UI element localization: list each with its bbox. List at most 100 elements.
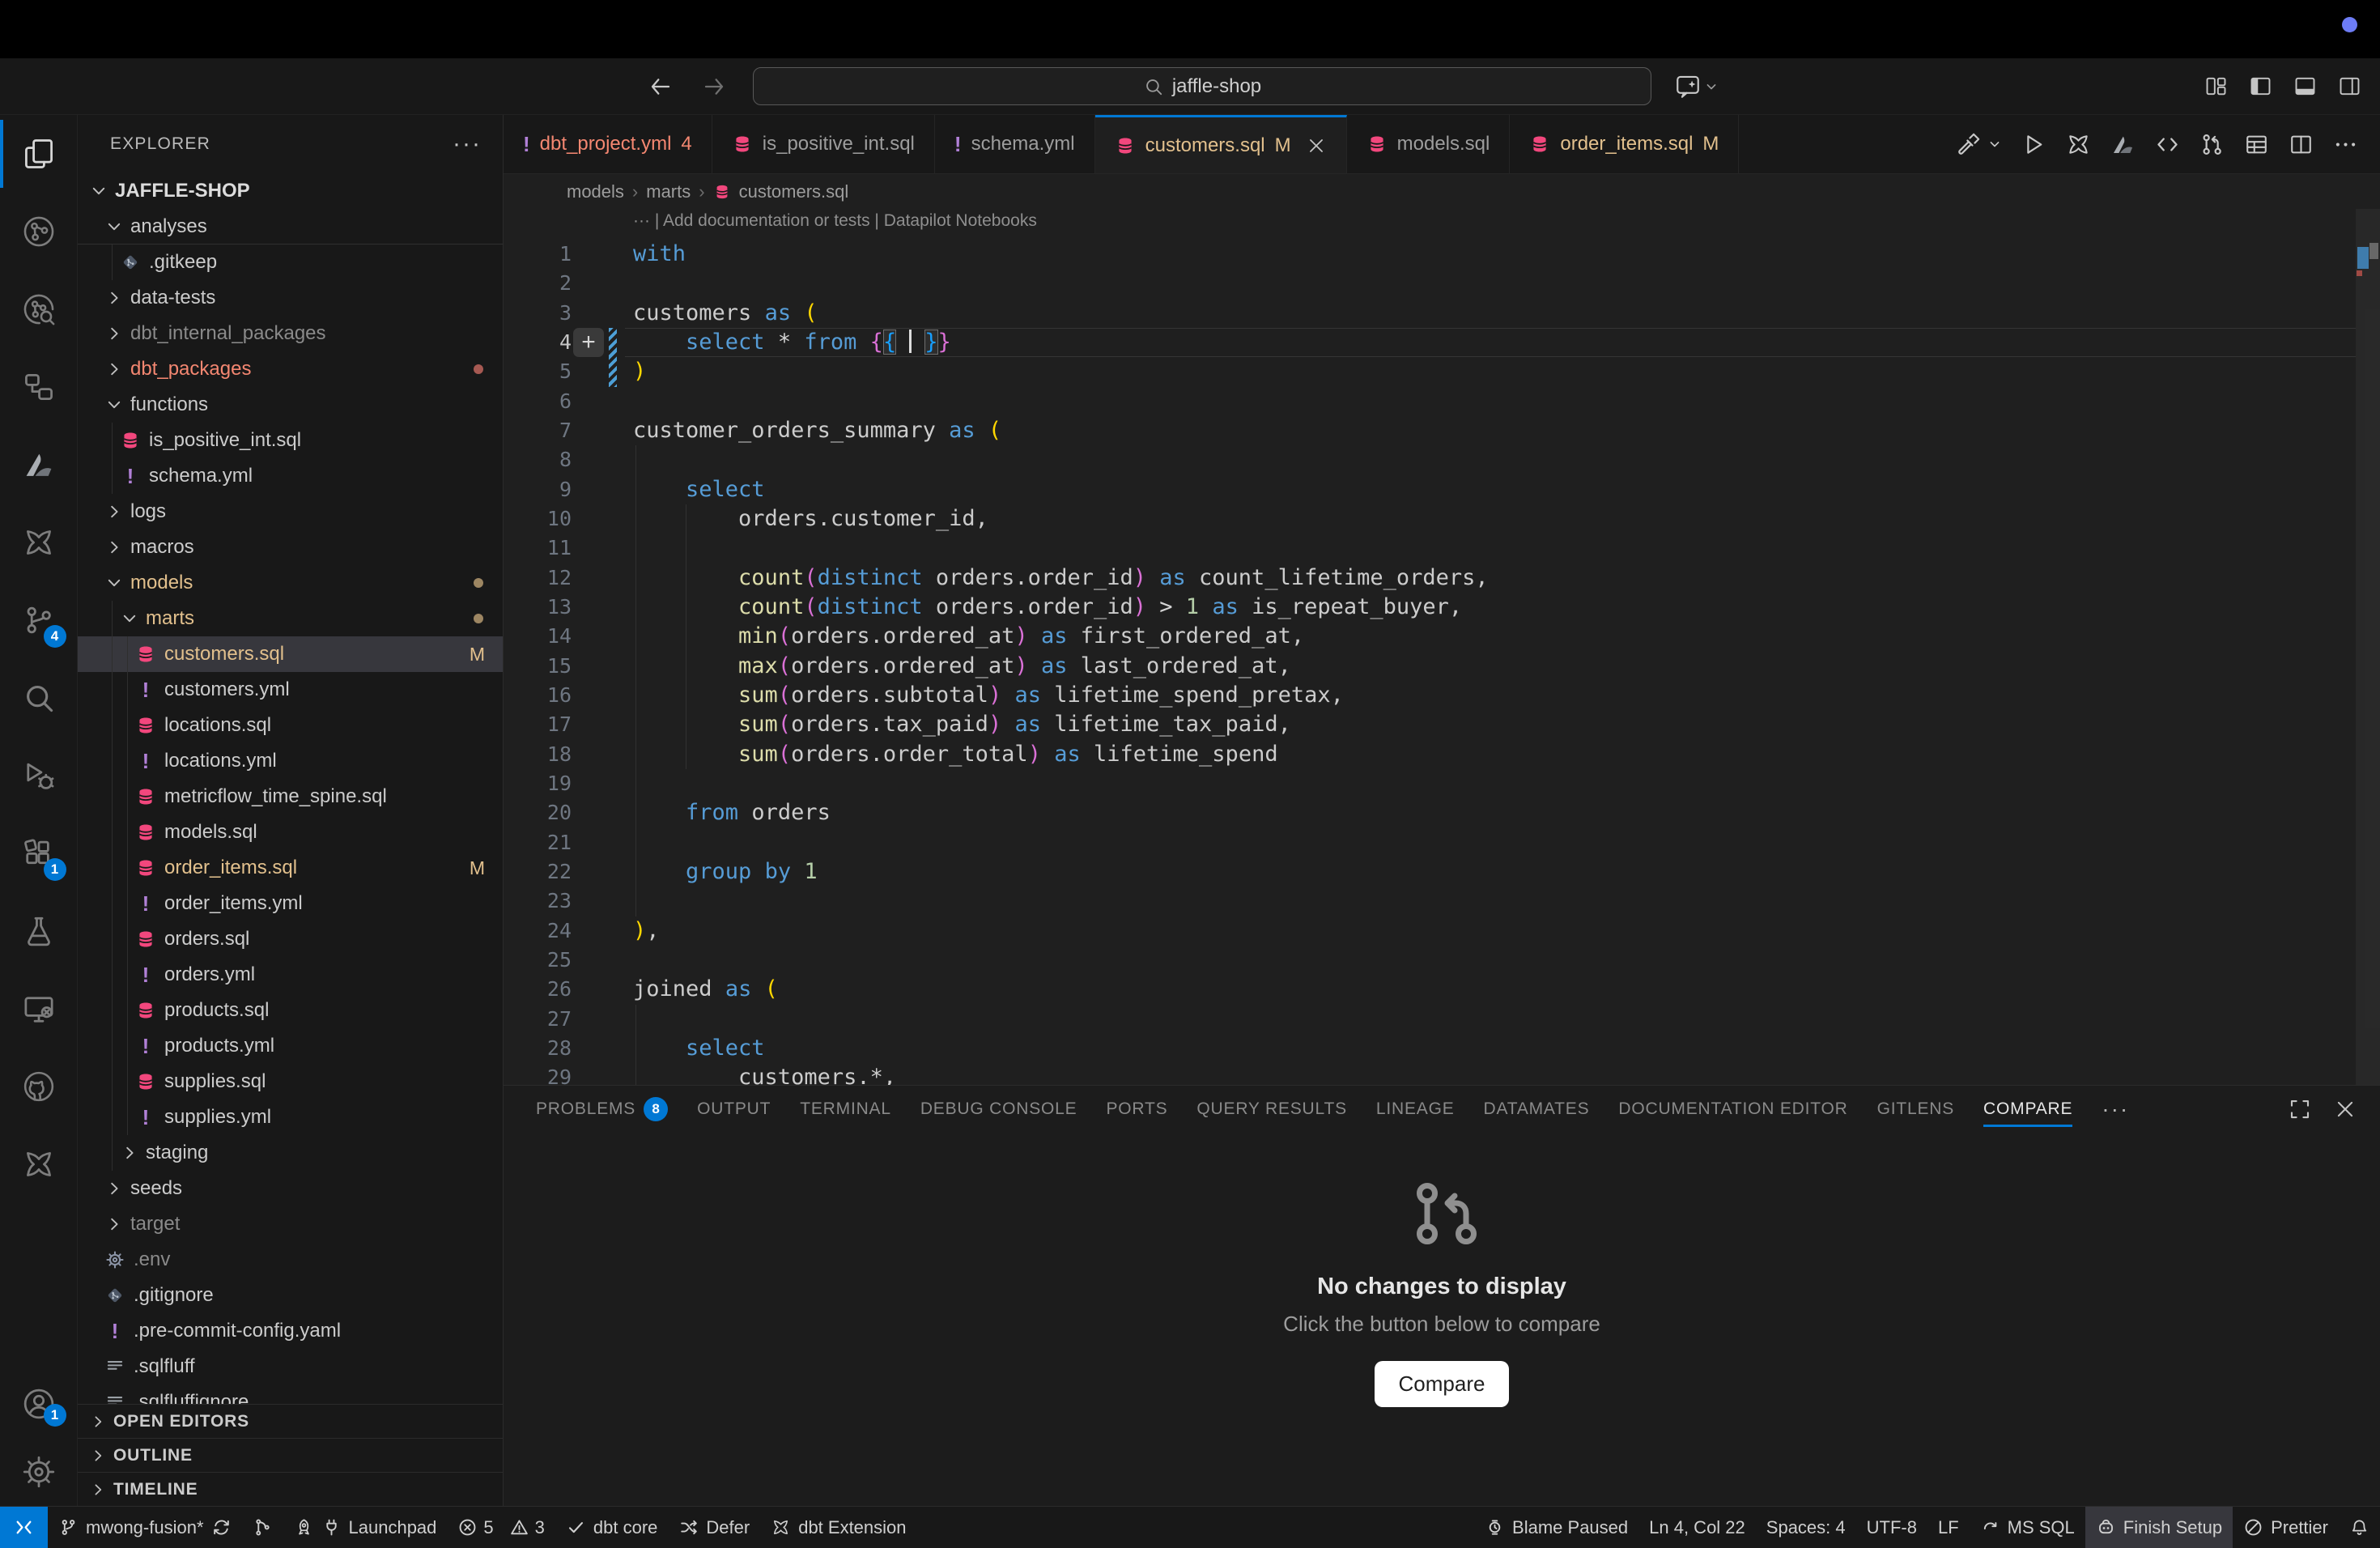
- panel-tab-problems[interactable]: PROBLEMS8: [536, 1086, 668, 1133]
- layout-sidebar-icon[interactable]: [2248, 74, 2273, 99]
- code-line-7[interactable]: 7customer_orders_summary as (: [504, 416, 2356, 445]
- status-defer[interactable]: Defer: [668, 1507, 760, 1548]
- code-line-1[interactable]: 1with: [504, 240, 2356, 269]
- panel-tab-terminal[interactable]: TERMINAL: [800, 1086, 891, 1133]
- code-line-29[interactable]: 29 customers.*,: [504, 1063, 2356, 1085]
- status-problems-summary[interactable]: 53: [447, 1507, 555, 1548]
- tree-item-dbt_packages[interactable]: dbt_packages: [78, 351, 503, 387]
- layout-panel-icon[interactable]: [2293, 74, 2318, 99]
- code-line-3[interactable]: 3customers as (: [504, 299, 2356, 328]
- status-indentation[interactable]: Spaces: 4: [1756, 1507, 1856, 1548]
- tree-item-locations.sql[interactable]: locations.sql: [78, 708, 503, 743]
- panel-tab-output[interactable]: OUTPUT: [697, 1086, 771, 1133]
- layout-secondary-icon[interactable]: [2337, 74, 2362, 99]
- panel-tab-gitlens[interactable]: GITLENS: [1877, 1086, 1954, 1133]
- compare-button[interactable]: Compare: [1375, 1361, 1510, 1407]
- close-panel-icon[interactable]: [2333, 1097, 2357, 1121]
- status-dbt-extension-status[interactable]: dbt Extension: [760, 1507, 916, 1548]
- tab-customers.sql[interactable]: customers.sqlM: [1095, 115, 1347, 173]
- code-line-25[interactable]: 25: [504, 946, 2356, 975]
- code-line-10[interactable]: 10 orders.customer_id,: [504, 504, 2356, 534]
- panel-tab-documentation-editor[interactable]: DOCUMENTATION EDITOR: [1618, 1086, 1847, 1133]
- status-launchpad[interactable]: Launchpad: [283, 1507, 448, 1548]
- breadcrumb-item[interactable]: marts: [646, 181, 691, 202]
- activity-item-testing[interactable]: [0, 892, 78, 970]
- breadcrumb-item[interactable]: customers.sql: [739, 181, 849, 202]
- panel-tab-ports[interactable]: PORTS: [1106, 1086, 1167, 1133]
- hammer-icon[interactable]: [1955, 131, 1982, 158]
- code-line-15[interactable]: 15 max(orders.ordered_at) as last_ordere…: [504, 652, 2356, 681]
- tree-item-is_positive_int.sql[interactable]: is_positive_int.sql: [78, 423, 503, 458]
- panel-more-icon[interactable]: ···: [2102, 1096, 2129, 1122]
- code-line-27[interactable]: 27: [504, 1005, 2356, 1034]
- editor-scrollbar[interactable]: [2356, 209, 2380, 1085]
- forward-arrow-icon[interactable]: [701, 74, 727, 100]
- panel-tab-query-results[interactable]: QUERY RESULTS: [1196, 1086, 1346, 1133]
- status-eol[interactable]: LF: [1927, 1507, 1970, 1548]
- tab-is_positive_int.sql[interactable]: is_positive_int.sql: [712, 115, 935, 173]
- tree-item-locations.yml[interactable]: !locations.yml: [78, 743, 503, 779]
- code-line-2[interactable]: 2: [504, 269, 2356, 298]
- code-editor[interactable]: ··· | Add documentation or tests | Datap…: [504, 209, 2380, 1085]
- code-line-23[interactable]: 23: [504, 887, 2356, 916]
- breadcrumb-item[interactable]: models: [567, 181, 624, 202]
- tree-item-.env[interactable]: .env: [78, 1242, 503, 1278]
- close-icon[interactable]: [1306, 135, 1327, 156]
- code-line-9[interactable]: 9 select: [504, 475, 2356, 504]
- table-grid-icon[interactable]: [2243, 131, 2270, 158]
- code-line-8[interactable]: 8: [504, 445, 2356, 474]
- tree-item-JAFFLE-SHOP[interactable]: JAFFLE-SHOP: [78, 173, 503, 209]
- tree-item-analyses[interactable]: analyses: [78, 209, 503, 245]
- tab-dbt_project.yml[interactable]: !dbt_project.yml4: [504, 115, 712, 173]
- command-center-search[interactable]: jaffle-shop: [753, 67, 1651, 105]
- activity-item-source-control[interactable]: 4: [0, 581, 78, 659]
- code-line-6[interactable]: 6: [504, 387, 2356, 416]
- tree-item-.sqlfluff[interactable]: .sqlfluff: [78, 1349, 503, 1384]
- code-line-20[interactable]: 20 from orders: [504, 798, 2356, 827]
- code-line-18[interactable]: 18 sum(orders.order_total) as lifetime_s…: [504, 740, 2356, 769]
- tree-item-.pre-commit-config.yaml[interactable]: !.pre-commit-config.yaml: [78, 1313, 503, 1349]
- panel-tab-compare[interactable]: COMPARE: [1983, 1086, 2072, 1133]
- tab-schema.yml[interactable]: !schema.yml: [935, 115, 1095, 173]
- activity-item-datapilot[interactable]: [0, 426, 78, 504]
- code-line-28[interactable]: 28 select: [504, 1034, 2356, 1063]
- panel-tab-lineage[interactable]: LINEAGE: [1376, 1086, 1455, 1133]
- codelens[interactable]: ··· | Add documentation or tests | Datap…: [633, 211, 1037, 231]
- status-finish-setup[interactable]: Finish Setup: [2085, 1507, 2233, 1548]
- tree-item-metricflow_time_spine.sql[interactable]: metricflow_time_spine.sql: [78, 779, 503, 814]
- panel-tab-datamates[interactable]: DATAMATES: [1484, 1086, 1590, 1133]
- activity-item-github[interactable]: [0, 1048, 78, 1125]
- section-open-editors[interactable]: OPEN EDITORS: [78, 1404, 503, 1438]
- code-line-24[interactable]: 24),: [504, 916, 2356, 946]
- tree-item-marts[interactable]: marts: [78, 601, 503, 636]
- tree-item-logs[interactable]: logs: [78, 494, 503, 529]
- status-language-mode[interactable]: MS SQL: [1970, 1507, 2085, 1548]
- activity-item-dbt-query-lineage[interactable]: [0, 270, 78, 348]
- activity-item-accounts[interactable]: 1: [0, 1370, 78, 1438]
- status-dbt-core-status[interactable]: dbt core: [555, 1507, 669, 1548]
- tree-item-products.sql[interactable]: products.sql: [78, 993, 503, 1028]
- tree-item-target[interactable]: target: [78, 1206, 503, 1242]
- tree-item-data-tests[interactable]: data-tests: [78, 280, 503, 316]
- chev-down-sm-icon[interactable]: [1987, 136, 2003, 152]
- code-line-12[interactable]: 12 count(distinct orders.order_id) as co…: [504, 563, 2356, 593]
- section-timeline[interactable]: TIMELINE: [78, 1472, 503, 1506]
- tree-item-products.yml[interactable]: !products.yml: [78, 1028, 503, 1064]
- tree-item-dbt_internal_packages[interactable]: dbt_internal_packages: [78, 316, 503, 351]
- code-line-11[interactable]: 11: [504, 534, 2356, 563]
- status-notifications[interactable]: [2339, 1507, 2380, 1548]
- code-line-13[interactable]: 13 count(distinct orders.order_id) > 1 a…: [504, 593, 2356, 622]
- run-icon[interactable]: [2021, 131, 2047, 158]
- more-h-icon[interactable]: [2332, 131, 2359, 158]
- code-line-19[interactable]: 19: [504, 769, 2356, 798]
- tree-item-models[interactable]: models: [78, 565, 503, 601]
- status-encoding[interactable]: UTF-8: [1856, 1507, 1927, 1548]
- code-tag-icon[interactable]: [2154, 131, 2181, 158]
- tree-item-models.sql[interactable]: models.sql: [78, 814, 503, 850]
- tree-item-customers.yml[interactable]: !customers.yml: [78, 672, 503, 708]
- tab-models.sql[interactable]: models.sql: [1347, 115, 1511, 173]
- tree-item-seeds[interactable]: seeds: [78, 1171, 503, 1206]
- split-icon[interactable]: [2288, 131, 2314, 158]
- tree-item-customers.sql[interactable]: customers.sqlM: [78, 636, 503, 672]
- tree-item-order_items.yml[interactable]: !order_items.yml: [78, 886, 503, 921]
